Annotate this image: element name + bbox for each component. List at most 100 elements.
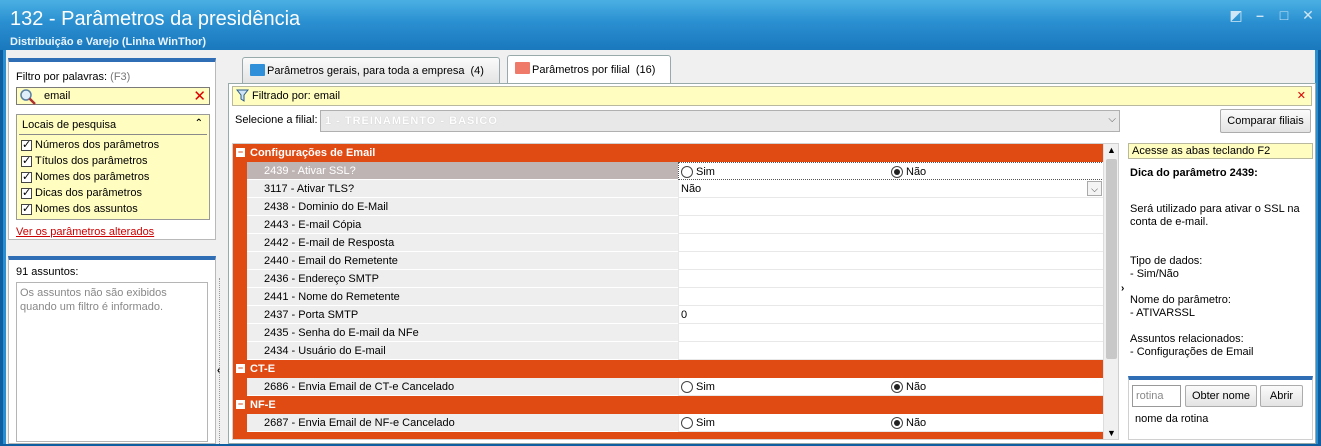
table-row[interactable]: 2686 - Envia Email de CT-e Cancelado Sim…: [233, 378, 1104, 396]
table-row[interactable]: 2435 - Senha do E-mail da NFe: [233, 324, 1104, 342]
table-row[interactable]: 2441 - Nome do Remetente: [233, 288, 1104, 306]
related-subjects-label: Assuntos relacionados:: [1130, 333, 1244, 345]
radio-yes[interactable]: Sim: [681, 417, 715, 429]
checkbox-icon: [21, 186, 32, 199]
search-locations-title: Locais de pesquisa: [22, 119, 117, 131]
table-row[interactable]: 3117 - Ativar TLS? Não ⌵: [233, 180, 1104, 198]
group-header-nfe[interactable]: − NF-E: [233, 396, 1104, 414]
param-value[interactable]: Não ⌵: [678, 180, 1104, 198]
collapse-left-icon[interactable]: ‹: [217, 365, 220, 376]
group-header-email[interactable]: − Configurações de Email: [233, 144, 1104, 162]
search-input[interactable]: email ✕: [16, 87, 210, 105]
grid-scrollbar[interactable]: ▲ ▼: [1103, 144, 1118, 439]
left-splitter[interactable]: ‹: [216, 278, 224, 444]
radio-yes[interactable]: Sim: [681, 381, 715, 393]
clear-filter-icon[interactable]: ✕: [1297, 89, 1306, 102]
maximize-icon[interactable]: □: [1277, 8, 1291, 22]
splitter-grip: [219, 278, 221, 444]
collapse-icon[interactable]: −: [236, 148, 245, 157]
value-text: 0: [681, 309, 688, 321]
param-value[interactable]: [678, 270, 1104, 288]
clear-search-icon[interactable]: ✕: [193, 87, 206, 105]
table-row[interactable]: 2687 - Envia Email de NF-e Cancelado Sim…: [233, 414, 1104, 432]
param-value: Sim Não: [678, 162, 1104, 180]
param-name: 2435 - Senha do E-mail da NFe: [247, 324, 678, 342]
checkbox-label: Números dos parâmetros: [35, 139, 160, 151]
scroll-up-icon[interactable]: ▲: [1107, 145, 1116, 155]
collapse-icon[interactable]: −: [236, 400, 245, 409]
param-value[interactable]: [678, 288, 1104, 306]
table-row[interactable]: 2439 - Ativar SSL? Sim Não: [233, 162, 1104, 180]
collapse-icon[interactable]: −: [236, 364, 245, 373]
subjects-list[interactable]: Os assuntos não são exibidos quando um f…: [16, 282, 208, 442]
checkbox-label: Dicas dos parâmetros: [35, 187, 142, 199]
search-locations-panel: Locais de pesquisa ⌃ Números dos parâmet…: [16, 114, 210, 220]
radio-icon: [891, 381, 903, 393]
table-row[interactable]: 2443 - E-mail Cópia: [233, 216, 1104, 234]
radio-label: Não: [906, 381, 927, 393]
param-value[interactable]: [678, 216, 1104, 234]
minimize-icon[interactable]: –: [1253, 8, 1267, 22]
table-row[interactable]: 2442 - E-mail de Resposta: [233, 234, 1104, 252]
filter-bar: Filtrado por: email ✕: [232, 86, 1312, 106]
group-header-partial[interactable]: [233, 432, 1104, 439]
group-title: Configurações de Email: [250, 147, 376, 159]
table-row[interactable]: 2434 - Usuário do E-mail: [233, 342, 1104, 360]
table-row[interactable]: 2438 - Dominio do E-Mail: [233, 198, 1104, 216]
radio-no[interactable]: Não: [891, 381, 926, 393]
param-value[interactable]: [678, 252, 1104, 270]
tabs-hint: Acesse as abas teclando F2: [1128, 143, 1313, 159]
collapse-right-icon[interactable]: ›: [1121, 283, 1124, 294]
close-icon[interactable]: ✕: [1301, 8, 1315, 22]
radio-no[interactable]: Não: [891, 166, 926, 178]
right-splitter[interactable]: ›: [1120, 143, 1128, 440]
checkbox-titulos[interactable]: Títulos dos parâmetros: [21, 154, 148, 167]
branch-select[interactable]: 1 - TREINAMENTO - BASICO ⌵: [320, 110, 1120, 132]
checkbox-numeros[interactable]: Números dos parâmetros: [21, 138, 160, 151]
window-title: 132 - Parâmetros da presidência: [10, 8, 301, 30]
param-value[interactable]: [678, 324, 1104, 342]
scroll-thumb[interactable]: [1106, 159, 1117, 359]
table-row[interactable]: 2440 - Email do Remetente: [233, 252, 1104, 270]
tab-general-params[interactable]: Parâmetros gerais, para toda a empresa (…: [242, 57, 500, 83]
row-gutter: [233, 180, 247, 198]
scroll-down-icon[interactable]: ▼: [1107, 428, 1116, 438]
table-row[interactable]: 2436 - Endereço SMTP: [233, 270, 1104, 288]
data-type-label: Tipo de dados:: [1130, 255, 1203, 267]
radio-no[interactable]: Não: [891, 417, 926, 429]
param-name: 2440 - Email do Remetente: [247, 252, 678, 270]
checkbox-icon: [21, 202, 32, 215]
window-subtitle: Distribuição e Varejo (Linha WinThor): [10, 36, 207, 48]
checkbox-dicas[interactable]: Dicas dos parâmetros: [21, 186, 142, 199]
collapse-icon[interactable]: ⌃: [195, 118, 203, 129]
chevron-down-icon[interactable]: ⌵: [1087, 181, 1102, 196]
param-name-value: - ATIVARSSL: [1130, 307, 1196, 319]
get-name-button[interactable]: Obter nome: [1185, 385, 1257, 407]
checkbox-icon: [21, 154, 32, 167]
param-value[interactable]: 0: [678, 306, 1104, 324]
param-value[interactable]: [678, 234, 1104, 252]
compare-branches-button[interactable]: Comparar filiais: [1220, 109, 1311, 133]
tab-branch-params[interactable]: Parâmetros por filial (16): [507, 55, 671, 83]
filter-icon: [236, 89, 249, 102]
open-button[interactable]: Abrir: [1260, 385, 1303, 407]
checkbox-assuntos[interactable]: Nomes dos assuntos: [21, 202, 138, 215]
row-gutter: [233, 234, 247, 252]
param-value[interactable]: [678, 342, 1104, 360]
param-name: 2439 - Ativar SSL?: [247, 162, 678, 180]
value-text: Não: [681, 183, 702, 195]
row-gutter: [233, 162, 247, 180]
restore-icon[interactable]: ◩: [1229, 8, 1243, 22]
param-name-label: Nome do parâmetro:: [1130, 294, 1231, 306]
radio-icon: [681, 417, 693, 429]
radio-yes[interactable]: Sim: [681, 166, 715, 178]
checkbox-nomes[interactable]: Nomes dos parâmetros: [21, 170, 149, 183]
row-gutter: [233, 198, 247, 216]
param-value[interactable]: [678, 198, 1104, 216]
routine-input[interactable]: rotina: [1132, 385, 1181, 407]
changed-params-link[interactable]: Ver os parâmetros alterados: [16, 226, 154, 238]
row-gutter: [233, 270, 247, 288]
table-row[interactable]: 2437 - Porta SMTP 0: [233, 306, 1104, 324]
group-header-cte[interactable]: − CT-E: [233, 360, 1104, 378]
tab-count: (4): [470, 64, 484, 77]
